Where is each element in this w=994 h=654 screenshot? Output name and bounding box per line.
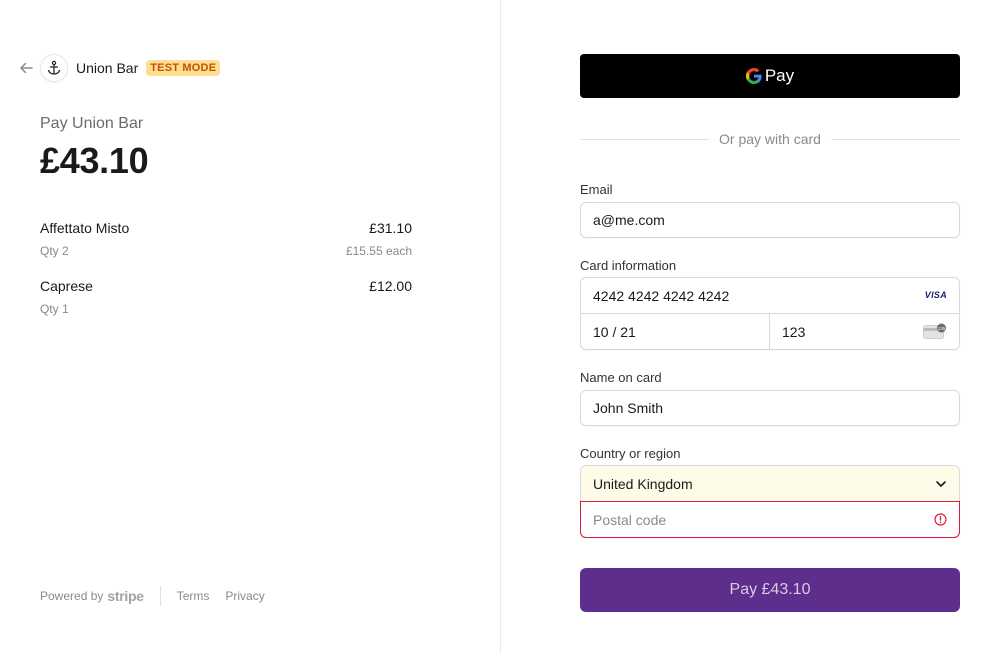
or-pay-with-card-divider: Or pay with card <box>580 130 960 148</box>
payment-form-panel: Pay Or pay with card Email a@me.com Card… <box>501 0 994 654</box>
terms-link[interactable]: Terms <box>177 589 210 603</box>
country-select[interactable]: United Kingdom <box>581 466 959 502</box>
country-or-region-label: Country or region <box>580 446 681 461</box>
email-label: Email <box>580 182 613 197</box>
item-name: Caprese <box>40 278 93 294</box>
chevron-down-icon <box>936 481 946 487</box>
total-amount: £43.10 <box>40 140 149 181</box>
visa-icon: VISA <box>924 290 947 300</box>
postal-code-placeholder: Postal code <box>593 511 667 528</box>
cvc-badge-text: 135 <box>938 326 946 331</box>
item-price: £31.10 <box>369 220 412 236</box>
item-unit-price: £15.55 each <box>345 244 412 258</box>
item-price: £12.00 <box>369 278 412 294</box>
name-on-card-label: Name on card <box>580 370 662 385</box>
line-items-list: Affettato Misto £31.10 Qty 2 £15.55 each… <box>40 220 412 336</box>
powered-by-stripe[interactable]: Powered by stripe <box>40 588 144 604</box>
name-on-card-field[interactable]: John Smith <box>580 390 960 426</box>
item-name: Affettato Misto <box>40 220 130 236</box>
card-information-label: Card information <box>580 258 677 273</box>
pay-button[interactable]: Pay £43.10 <box>580 568 960 612</box>
or-pay-with-card-text: Or pay with card <box>719 131 821 147</box>
card-information-group: 4242 4242 4242 4242 VISA 10 / 21 123 135 <box>580 277 960 350</box>
country-value: United Kingdom <box>593 476 693 492</box>
merchant-header: Union Bar TEST MODE <box>18 54 221 82</box>
card-cvc-icon: 135 <box>923 323 946 339</box>
privacy-link[interactable]: Privacy <box>225 589 264 603</box>
card-expiry-field[interactable]: 10 / 21 <box>581 314 770 349</box>
stripe-logo: stripe <box>107 588 144 604</box>
divider-line <box>830 138 960 140</box>
card-number-value: 4242 4242 4242 4242 <box>593 287 730 304</box>
order-summary-panel: Union Bar TEST MODE Pay Union Bar £43.10… <box>0 0 500 654</box>
back-arrow-icon[interactable] <box>18 60 34 76</box>
item-quantity: Qty 1 <box>40 302 69 316</box>
test-mode-badge: TEST MODE <box>146 60 221 76</box>
merchant-name: Union Bar <box>76 60 139 76</box>
pay-merchant-label: Pay Union Bar <box>40 115 144 132</box>
card-number-field[interactable]: 4242 4242 4242 4242 VISA <box>581 278 959 314</box>
card-cvc-field[interactable]: 123 135 <box>770 314 959 349</box>
powered-by-label: Powered by <box>40 589 104 603</box>
postal-code-field[interactable]: Postal code <box>580 501 960 538</box>
footer-divider <box>159 586 161 606</box>
billing-address-group: United Kingdom Postal code <box>580 465 960 538</box>
card-cvc-value: 123 <box>782 323 806 340</box>
line-item: Caprese £12.00 Qty 1 <box>40 278 412 336</box>
line-item: Affettato Misto £31.10 Qty 2 £15.55 each <box>40 220 412 278</box>
google-pay-label: Pay <box>764 66 795 85</box>
google-pay-button[interactable]: Pay <box>580 54 960 98</box>
google-g-icon <box>745 68 762 84</box>
footer: Powered by stripe Terms Privacy <box>40 585 281 607</box>
error-icon <box>934 513 947 526</box>
item-quantity: Qty 2 <box>40 244 69 258</box>
merchant-logo-icon <box>40 54 68 82</box>
email-field[interactable]: a@me.com <box>580 202 960 238</box>
divider-line <box>580 138 710 140</box>
